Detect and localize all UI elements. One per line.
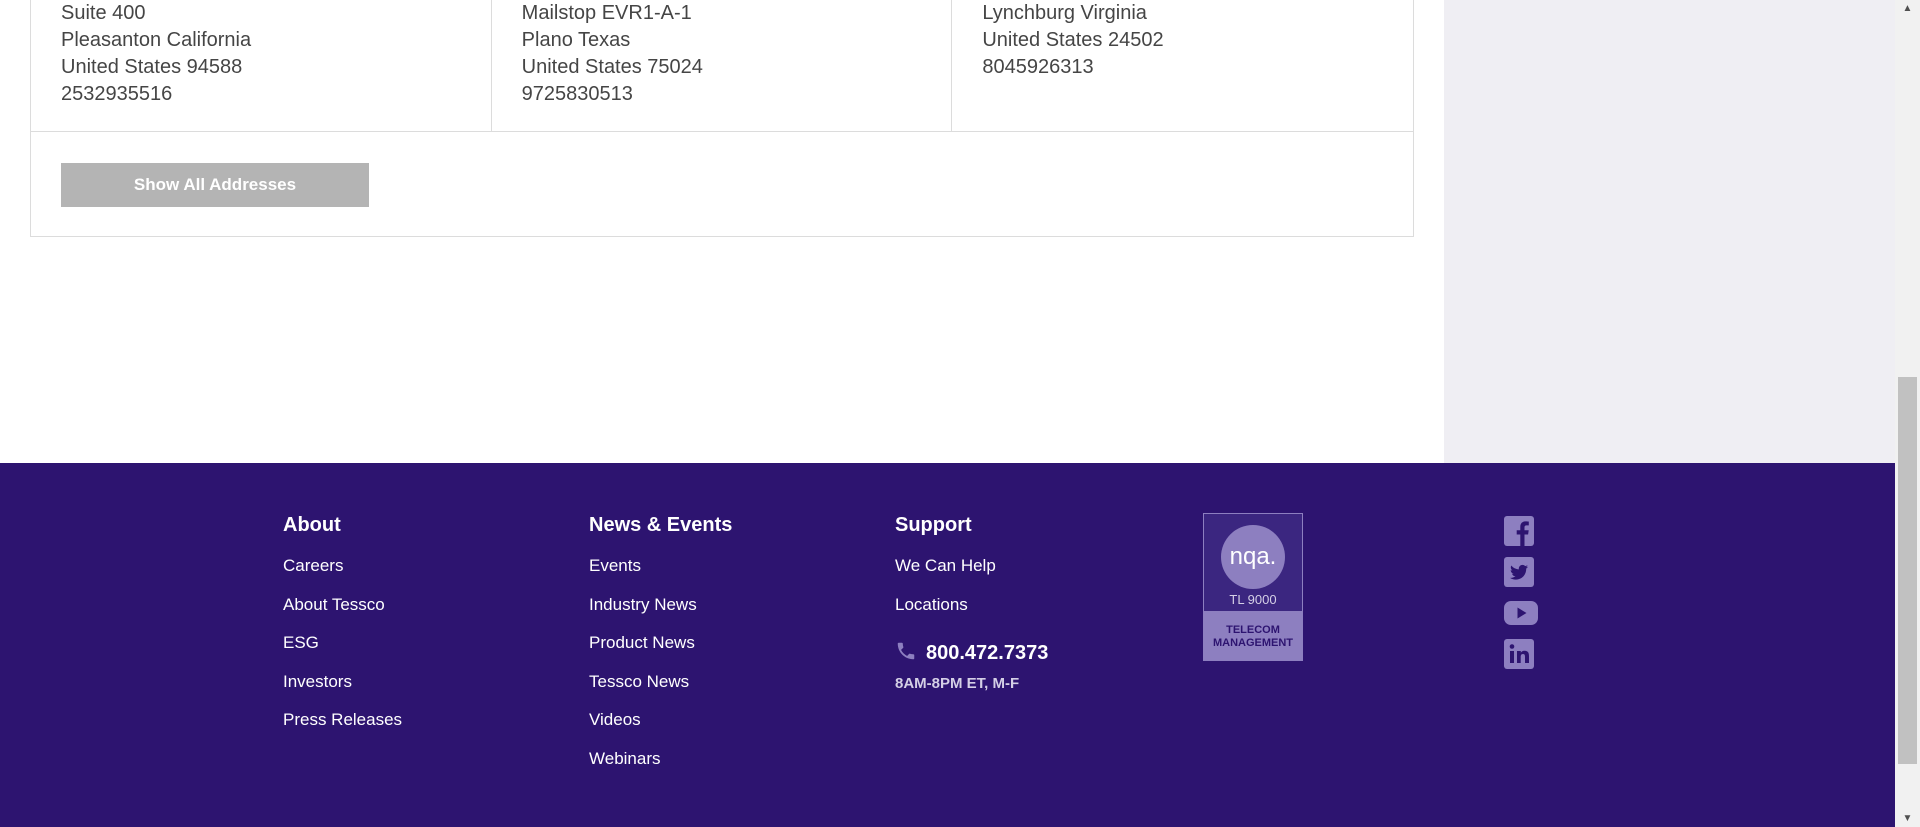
footer-link-careers[interactable]: Careers [283,547,402,586]
phone-icon [895,640,917,667]
address-phone: 9725830513 [521,83,633,105]
footer-support-column: Support We Can Help Locations 800.472.73… [895,513,1048,692]
scroll-up-arrow-icon[interactable]: ▲ [1895,0,1920,17]
footer-link-about-tessco[interactable]: About Tessco [283,586,402,625]
footer-heading-support: Support [895,514,972,536]
footer-link-videos[interactable]: Videos [589,701,732,740]
nqa-logo-text: nqa. [1229,543,1277,570]
nqa-caption: TELECOM MANAGEMENT [1204,611,1302,660]
footer-link-locations[interactable]: Locations [895,586,1048,625]
address-line: United States 75024 [521,56,703,78]
scroll-down-arrow-icon[interactable]: ▼ [1895,810,1920,827]
linkedin-icon[interactable] [1503,638,1539,672]
footer-link-investors[interactable]: Investors [283,663,402,702]
footer-link-webinars[interactable]: Webinars [589,740,732,779]
scrollbar-thumb[interactable] [1898,377,1917,764]
show-all-addresses-button[interactable]: Show All Addresses [61,163,369,207]
phone-number: 800.472.7373 [926,642,1049,664]
footer-link-product-news[interactable]: Product News [589,624,732,663]
footer-link-industry-news[interactable]: Industry News [589,586,732,625]
address-line: Plano Texas [521,29,631,51]
address-line: United States 24502 [982,29,1164,51]
address-phone: 2532935516 [61,83,173,105]
footer-link-press-releases[interactable]: Press Releases [283,701,402,740]
footer-news-column: News & Events Events Industry News Produ… [589,513,732,778]
page-scrollbar[interactable]: ▲ ▼ [1895,0,1920,827]
footer-link-we-can-help[interactable]: We Can Help [895,547,1048,586]
facebook-icon[interactable] [1503,515,1539,549]
nqa-certification-badge: nqa. TL 9000 TELECOM MANAGEMENT [1203,513,1303,661]
address-line: Pleasanton California [61,29,252,51]
address-card-pleasanton: Suite 400 Pleasanton California United S… [31,0,492,131]
address-line: Lynchburg Virginia [982,2,1147,24]
social-links [1503,515,1543,679]
support-phone[interactable]: 800.472.7373 [895,640,1048,667]
footer-link-esg[interactable]: ESG [283,624,402,663]
nqa-standard: TL 9000 [1229,592,1277,607]
address-line: Mailstop EVR1-A-1 [521,2,692,24]
twitter-icon[interactable] [1503,556,1539,590]
footer-link-tessco-news[interactable]: Tessco News [589,663,732,702]
youtube-icon[interactable] [1503,597,1539,631]
address-line: United States 94588 [61,56,243,78]
address-phone: 8045926313 [982,56,1094,78]
footer-heading-about: About [283,514,341,536]
address-list: Suite 400 Pleasanton California United S… [30,0,1414,237]
site-footer: About Careers About Tessco ESG Investors… [0,463,1895,827]
address-row: Suite 400 Pleasanton California United S… [31,0,1413,132]
address-card-plano: Mailstop EVR1-A-1 Plano Texas United Sta… [492,0,953,131]
address-line: Suite 400 [61,2,146,24]
footer-about-column: About Careers About Tessco ESG Investors… [283,513,402,740]
support-hours: 8AM-8PM ET, M-F [895,675,1020,692]
footer-link-events[interactable]: Events [589,547,732,586]
side-panel [1444,0,1895,463]
nqa-logo: nqa. [1221,525,1285,589]
footer-heading-news: News & Events [589,514,733,536]
address-card-lynchburg: Lynchburg Virginia United States 24502 8… [952,0,1413,131]
